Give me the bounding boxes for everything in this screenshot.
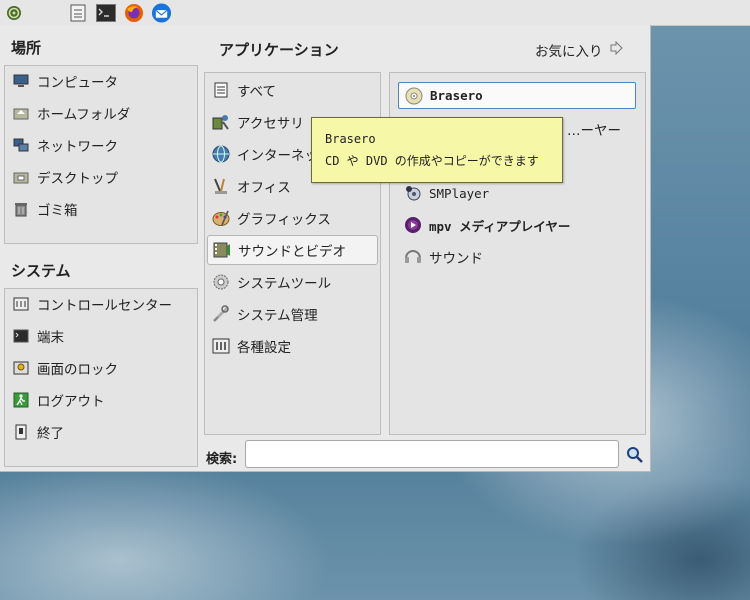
system-admin-icon <box>212 305 230 323</box>
smplayer-icon <box>404 184 422 202</box>
app-label: SMPlayer <box>429 185 490 201</box>
category-system-admin[interactable]: システム管理 <box>212 300 318 328</box>
category-accessories[interactable]: アクセサリ <box>212 108 304 136</box>
category-label: オフィス <box>237 180 291 196</box>
category-label: すべて <box>237 84 277 100</box>
application-menu: 場所 コンピュータ ホームフォルダ ネットワーク デスクトップ ゴミ箱 システム… <box>0 25 651 472</box>
terminal-icon <box>12 327 30 345</box>
category-label: システムツール <box>237 276 332 292</box>
desktop-folder-icon <box>12 168 30 186</box>
graphics-icon <box>212 209 230 227</box>
top-panel <box>0 0 750 26</box>
category-office[interactable]: オフィス <box>212 172 291 200</box>
favorites-label: お気に入り <box>535 44 603 60</box>
system-item-label: 端末 <box>37 330 64 346</box>
all-apps-icon <box>212 81 230 99</box>
terminal-icon[interactable] <box>95 2 116 23</box>
category-label: 各種設定 <box>237 340 291 356</box>
system-item-label: 画面のロック <box>37 362 118 378</box>
category-graphics[interactable]: グラフィックス <box>212 204 331 232</box>
system-item-shutdown[interactable]: 終了 <box>12 418 64 446</box>
places-item-label: デスクトップ <box>37 171 118 187</box>
system-item-logout[interactable]: ログアウト <box>12 386 105 414</box>
app-smplayer[interactable]: SMPlayer <box>404 179 489 207</box>
shutdown-icon <box>12 423 30 441</box>
system-heading: システム <box>11 262 71 280</box>
home-folder-icon <box>12 104 30 122</box>
system-item-control-center[interactable]: コントロールセンター <box>12 290 172 318</box>
applications-heading: アプリケーション <box>219 41 339 59</box>
tooltip-title: Brasero <box>325 132 376 146</box>
app-label: …ーヤー <box>567 123 621 139</box>
places-item-label: ゴミ箱 <box>37 203 78 219</box>
places-heading: 場所 <box>11 39 42 57</box>
system-item-label: 終了 <box>37 426 64 442</box>
category-preferences[interactable]: 各種設定 <box>212 332 291 360</box>
search-label: 検索: <box>206 452 238 467</box>
arrow-right-icon <box>609 40 623 59</box>
app-mpv[interactable]: mpv メディアプレイヤー <box>404 211 570 239</box>
category-label: アクセサリ <box>237 116 304 132</box>
logout-icon <box>12 391 30 409</box>
control-center-icon <box>12 295 30 313</box>
internet-globe-icon <box>212 145 230 163</box>
places-item-network[interactable]: ネットワーク <box>12 131 118 159</box>
tooltip-description: CD や DVD の作成やコピーができます <box>325 154 539 168</box>
file-manager-icon[interactable] <box>67 2 88 23</box>
thunderbird-icon[interactable] <box>151 2 172 23</box>
places-item-desktop[interactable]: デスクトップ <box>12 163 118 191</box>
system-tools-icon <box>212 273 230 291</box>
app-sound[interactable]: サウンド <box>404 243 483 271</box>
places-item-trash[interactable]: ゴミ箱 <box>12 195 78 223</box>
app-brasero[interactable]: Brasero <box>398 82 636 109</box>
favorites-button[interactable]: お気に入り <box>535 40 623 60</box>
category-label: サウンドとビデオ <box>238 244 346 260</box>
mint-menu-icon[interactable] <box>3 2 24 23</box>
app-label: Brasero <box>430 88 483 103</box>
places-item-home[interactable]: ホームフォルダ <box>12 99 130 127</box>
lock-screen-icon <box>12 359 30 377</box>
system-item-label: コントロールセンター <box>37 298 172 314</box>
app-tooltip: Brasero CD や DVD の作成やコピーができます <box>311 117 563 183</box>
mpv-icon <box>404 216 422 234</box>
places-item-label: コンピュータ <box>37 75 118 91</box>
category-label: システム管理 <box>237 308 318 324</box>
system-item-terminal[interactable]: 端末 <box>12 322 64 350</box>
category-all[interactable]: すべて <box>212 76 276 104</box>
app-label: サウンド <box>429 251 483 267</box>
category-label: グラフィックス <box>237 212 331 228</box>
computer-icon <box>12 72 30 90</box>
search-icon[interactable] <box>626 446 644 468</box>
system-item-label: ログアウト <box>37 394 105 410</box>
app-label: mpv メディアプレイヤー <box>429 218 571 234</box>
brasero-disc-icon <box>405 87 423 105</box>
firefox-icon[interactable] <box>123 2 144 23</box>
system-item-lock-screen[interactable]: 画面のロック <box>12 354 118 382</box>
places-item-computer[interactable]: コンピュータ <box>12 67 118 95</box>
accessories-icon <box>212 113 230 131</box>
places-item-label: ネットワーク <box>37 139 118 155</box>
trash-icon <box>12 200 30 218</box>
search-input[interactable] <box>245 440 619 468</box>
places-item-label: ホームフォルダ <box>37 107 131 123</box>
sound-video-icon <box>213 241 231 259</box>
office-icon <box>212 177 230 195</box>
category-sound-video[interactable]: サウンドとビデオ <box>207 235 378 265</box>
network-icon <box>12 136 30 154</box>
preferences-icon <box>212 337 230 355</box>
category-system-tools[interactable]: システムツール <box>212 268 331 296</box>
sound-icon <box>404 248 422 266</box>
